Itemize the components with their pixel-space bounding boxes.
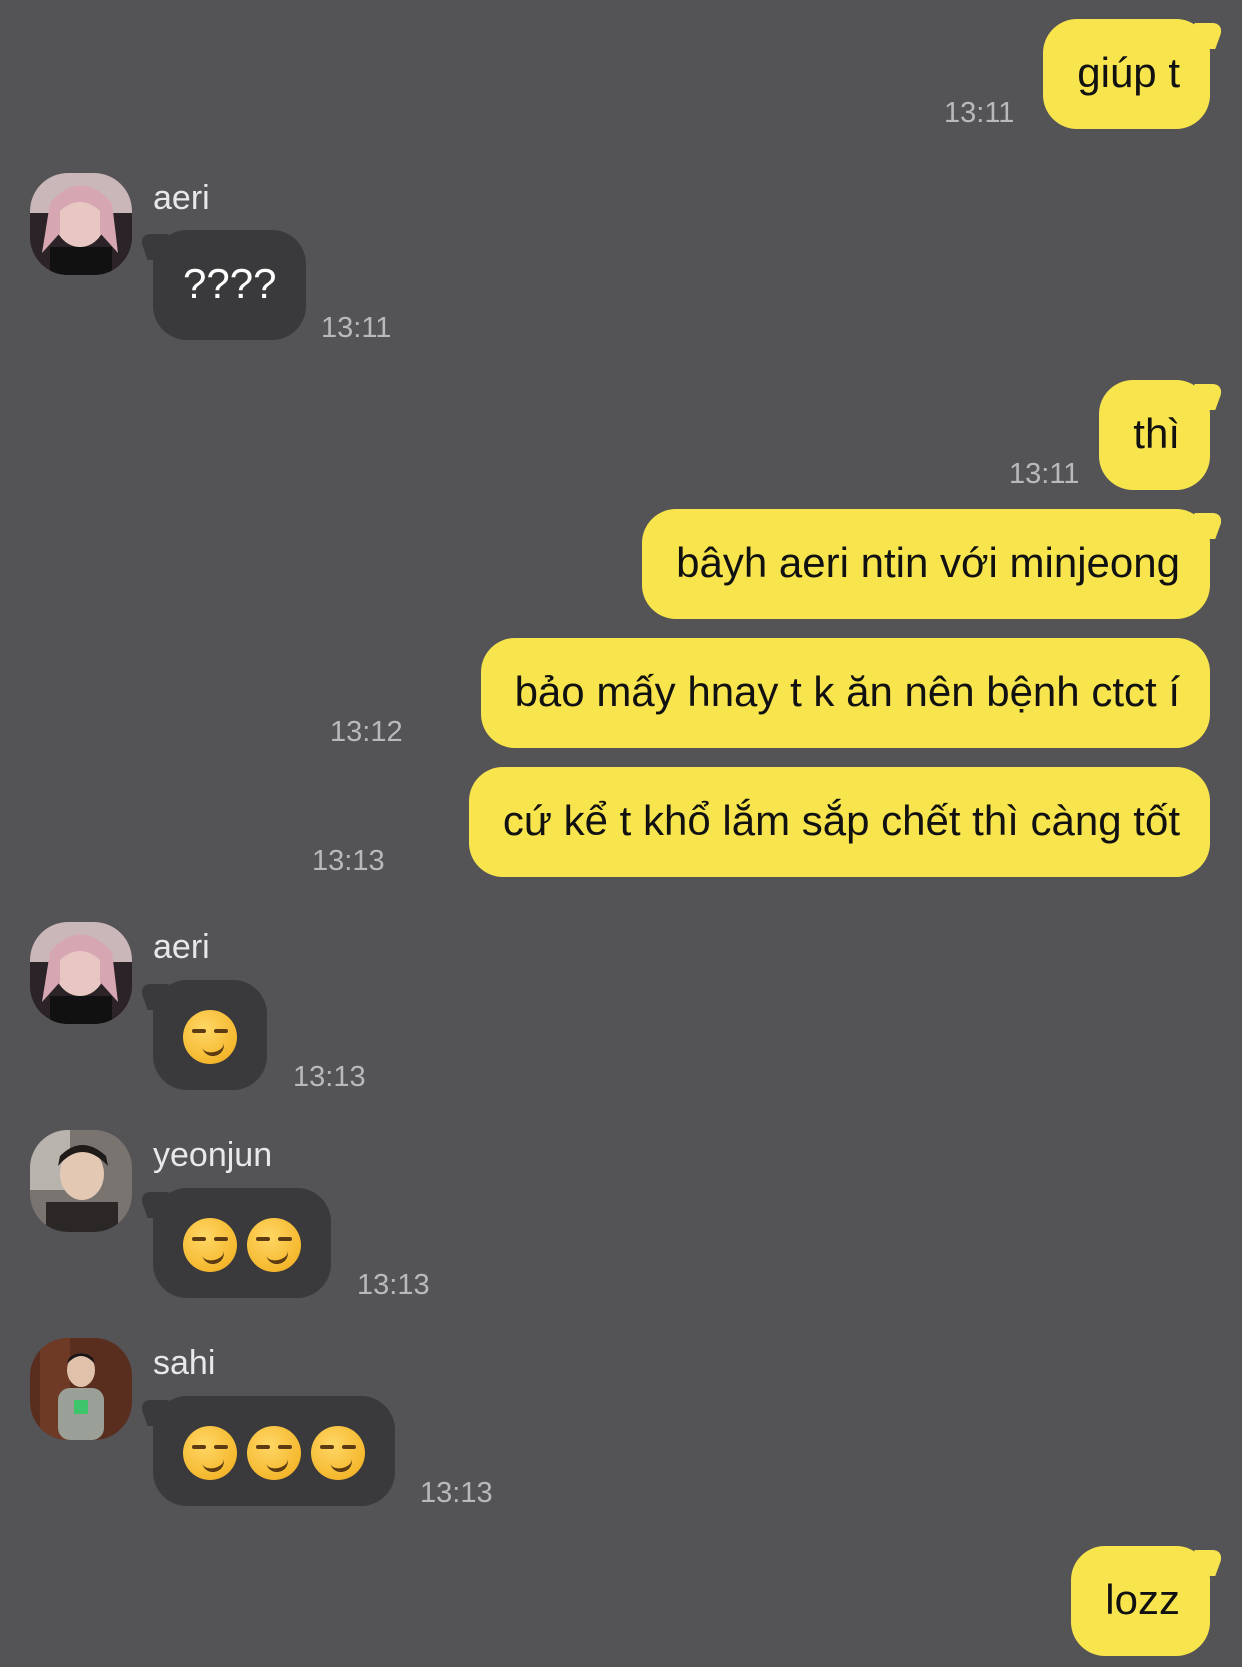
avatar[interactable]	[30, 173, 132, 275]
smirking-face-icon	[183, 1217, 237, 1272]
sender-name: yeonjun	[153, 1136, 273, 1174]
message-time: 13:11	[1009, 458, 1080, 490]
incoming-message[interactable]	[138, 1188, 331, 1298]
message-time: 13:13	[293, 1061, 366, 1093]
smirking-face-icon	[247, 1425, 301, 1480]
emoji-group	[183, 1009, 237, 1064]
message-time: 13:13	[312, 845, 385, 877]
smirking-face-icon	[247, 1217, 301, 1272]
chat-thread: giúp t 13:11 aeri ???? 13:11 thì 13:11 b…	[0, 0, 1242, 1667]
avatar[interactable]	[30, 1338, 132, 1440]
smirking-face-icon	[311, 1425, 365, 1480]
incoming-message[interactable]: ????	[138, 230, 307, 340]
avatar[interactable]	[30, 922, 132, 1024]
message-time: 13:11	[944, 97, 1015, 129]
outgoing-message[interactable]: giúp t	[1043, 19, 1225, 129]
message-text: thì	[1133, 410, 1180, 457]
incoming-message[interactable]	[138, 1396, 395, 1506]
outgoing-message[interactable]: thì	[1099, 380, 1225, 490]
sender-name: aeri	[153, 928, 210, 966]
emoji-group	[183, 1217, 301, 1272]
outgoing-message[interactable]: cứ kể t khổ lắm sắp chết thì càng tốt	[468, 767, 1210, 877]
message-text: lozz	[1105, 1576, 1180, 1623]
sender-name: sahi	[153, 1344, 216, 1382]
outgoing-message[interactable]: bảo mấy hnay t k ăn nên bệnh ctct í	[480, 638, 1210, 748]
message-text: bâyh aeri ntin với minjeong	[676, 539, 1180, 586]
outgoing-message[interactable]: bâyh aeri ntin với minjeong	[642, 509, 1225, 619]
message-time: 13:13	[420, 1477, 493, 1509]
message-text: ????	[183, 260, 277, 307]
message-text: bảo mấy hnay t k ăn nên bệnh ctct í	[514, 668, 1180, 715]
sender-name: aeri	[153, 179, 210, 217]
smirking-face-icon	[183, 1009, 237, 1064]
message-text: giúp t	[1077, 49, 1180, 96]
message-text: cứ kể t khổ lắm sắp chết thì càng tốt	[502, 797, 1180, 844]
outgoing-message[interactable]: lozz	[1071, 1546, 1225, 1656]
avatar[interactable]	[30, 1130, 132, 1232]
message-time: 13:11	[321, 312, 392, 344]
incoming-message[interactable]	[138, 980, 267, 1090]
emoji-group	[183, 1425, 365, 1480]
smirking-face-icon	[183, 1425, 237, 1480]
message-time: 13:13	[357, 1269, 430, 1301]
message-time: 13:12	[330, 716, 403, 748]
